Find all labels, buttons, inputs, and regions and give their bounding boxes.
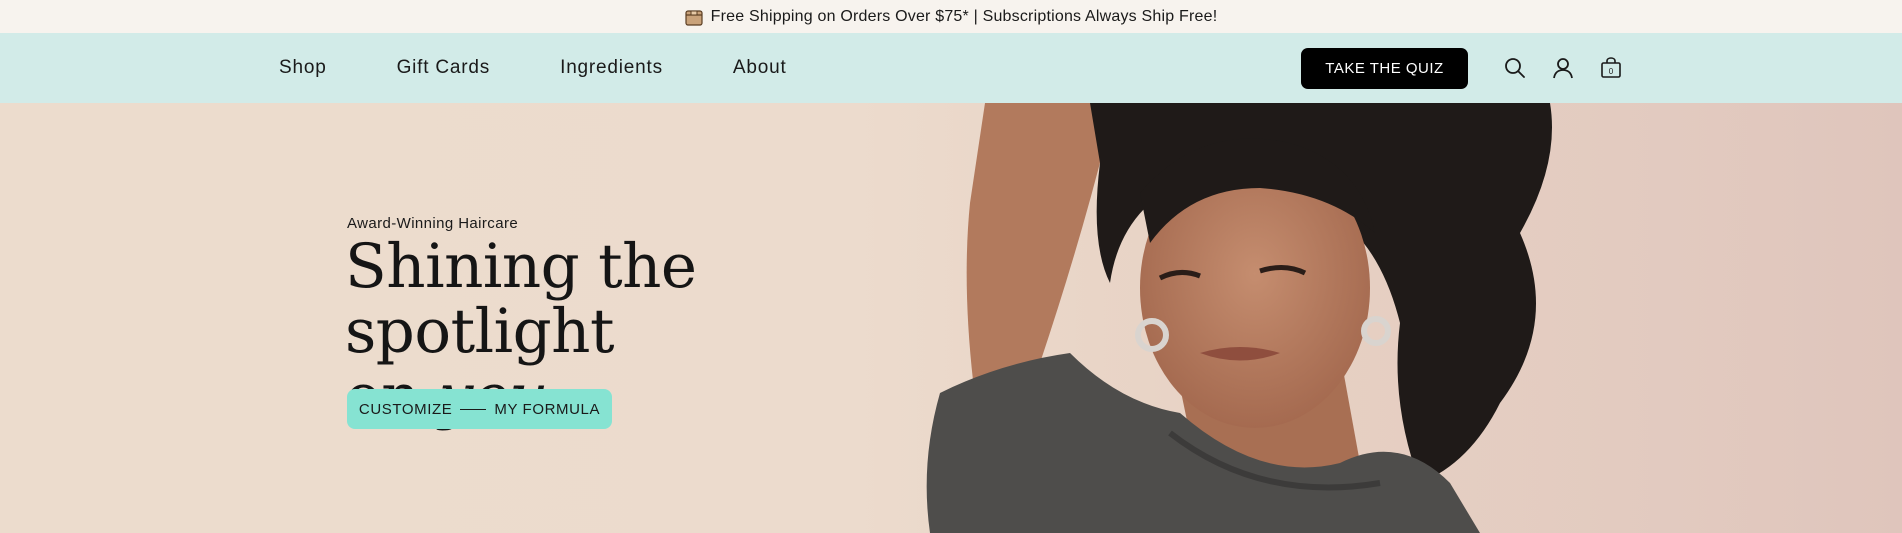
cart-count: 0 bbox=[1609, 67, 1614, 76]
take-quiz-button[interactable]: TAKE THE QUIZ bbox=[1301, 48, 1468, 89]
package-icon bbox=[685, 8, 703, 26]
search-icon[interactable] bbox=[1503, 56, 1527, 80]
main-nav: Shop Gift Cards Ingredients About TAKE T… bbox=[0, 33, 1902, 103]
nav-link-ingredients[interactable]: Ingredients bbox=[560, 57, 663, 79]
nav-link-shop[interactable]: Shop bbox=[279, 57, 327, 79]
announcement-text: Free Shipping on Orders Over $75* | Subs… bbox=[710, 7, 1218, 25]
hero-eyebrow: Award-Winning Haircare bbox=[347, 215, 519, 232]
nav-link-about[interactable]: About bbox=[733, 57, 787, 79]
announcement-bar: Free Shipping on Orders Over $75* | Subs… bbox=[0, 0, 1902, 33]
hero-banner: Award-Winning Haircare Shining the spotl… bbox=[0, 103, 1902, 533]
cta-label-left: CUSTOMIZE bbox=[358, 400, 453, 418]
account-icon[interactable] bbox=[1551, 56, 1575, 80]
nav-links: Shop Gift Cards Ingredients About bbox=[279, 33, 857, 103]
customize-formula-button[interactable]: CUSTOMIZE MY FORMULA bbox=[347, 389, 612, 429]
cta-divider bbox=[460, 408, 487, 410]
nav-link-gift-cards[interactable]: Gift Cards bbox=[397, 57, 491, 79]
cta-label-right: MY FORMULA bbox=[494, 400, 601, 418]
cart-icon[interactable]: 0 bbox=[1599, 56, 1623, 80]
headline-line-1: Shining the spotlight bbox=[345, 231, 697, 367]
